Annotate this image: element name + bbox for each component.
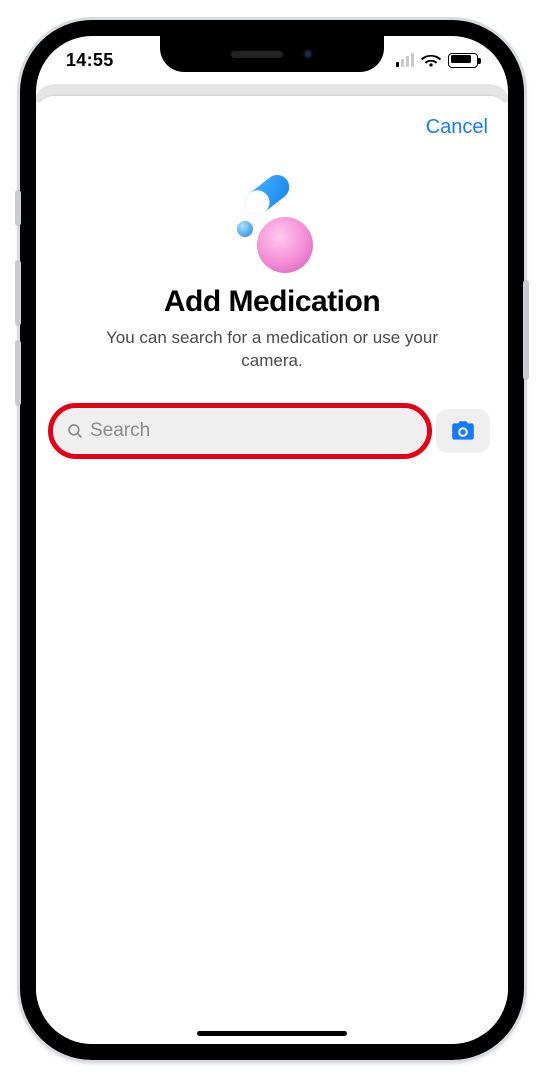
search-input[interactable] [90,420,414,442]
page-subtitle: You can search for a medication or use y… [92,327,452,373]
side-button [523,280,529,380]
screen: 14:55 Cancel [36,36,508,1044]
mute-switch [15,190,21,226]
volume-up-button [15,260,21,326]
phone-frame: 14:55 Cancel [20,20,524,1060]
front-camera [303,49,313,59]
modal-sheet: Cancel [36,96,508,1044]
cancel-button[interactable]: Cancel [424,110,490,145]
speaker-grille [231,51,283,58]
clock: 14:55 [66,50,114,71]
sheet-nav: Cancel [54,110,490,145]
volume-down-button [15,340,21,406]
home-indicator[interactable] [197,1031,347,1036]
medication-hero-icon [212,165,332,275]
search-icon [66,422,84,440]
camera-button[interactable] [436,409,490,453]
camera-icon [450,418,476,444]
cell-signal-icon [396,53,414,67]
page-title: Add Medication [164,285,380,319]
search-highlight [54,409,426,453]
wifi-icon [421,50,441,70]
search-field[interactable] [54,409,426,453]
notch [160,36,384,72]
battery-icon [448,53,478,68]
